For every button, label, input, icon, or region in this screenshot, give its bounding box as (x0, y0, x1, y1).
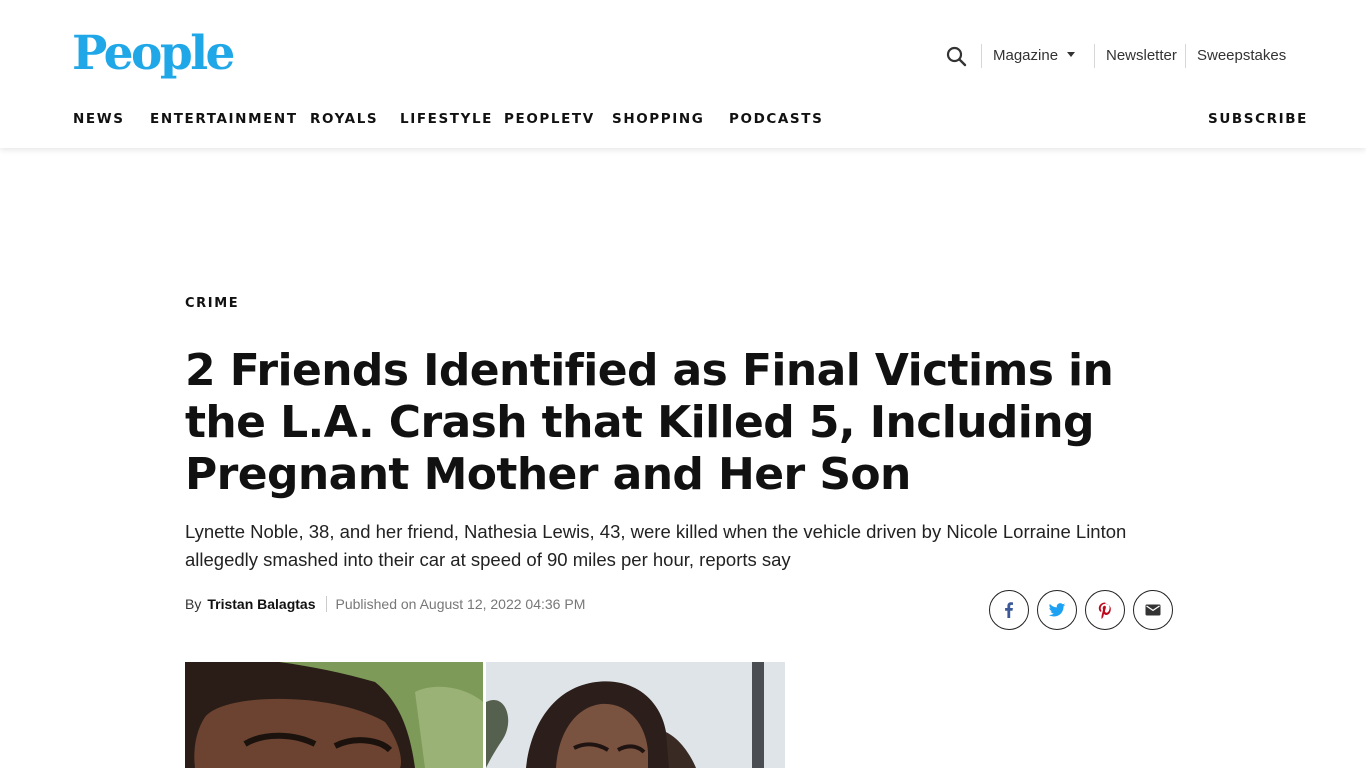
caret-down-icon (1067, 51, 1076, 57)
share-twitter-button[interactable] (1037, 590, 1077, 630)
search-icon[interactable] (944, 44, 970, 70)
byline: By Tristan Balagtas Published on August … (185, 594, 585, 614)
share-email-button[interactable] (1133, 590, 1173, 630)
article-category[interactable]: CRIME (185, 295, 239, 313)
newsletter-link[interactable]: Newsletter (1106, 45, 1177, 67)
share-pinterest-button[interactable] (1085, 590, 1125, 630)
utility-divider (1094, 44, 1095, 68)
nav-item-entertainment[interactable]: ENTERTAINMENT (150, 108, 298, 130)
nav-item-peopletv[interactable]: PEOPLETV (504, 108, 595, 130)
twitter-icon (1048, 601, 1066, 619)
nav-item-lifestyle[interactable]: LIFESTYLE (400, 108, 493, 130)
sweepstakes-link[interactable]: Sweepstakes (1197, 45, 1286, 67)
victim-photo-right[interactable] (486, 662, 785, 768)
share-facebook-button[interactable] (989, 590, 1029, 630)
subscribe-link[interactable]: SUBSCRIBE (1208, 108, 1308, 130)
victim-photo-left[interactable] (185, 662, 483, 768)
facebook-icon (1000, 601, 1018, 619)
nav-item-shopping[interactable]: SHOPPING (612, 108, 705, 130)
nav-item-podcasts[interactable]: PODCASTS (729, 108, 823, 130)
utility-divider (981, 44, 982, 68)
people-logo[interactable]: People (72, 24, 235, 84)
main-nav: NEWS ENTERTAINMENT ROYALS LIFESTYLE PEOP… (0, 108, 1366, 130)
email-icon (1144, 601, 1162, 619)
author-link[interactable]: Tristan Balagtas (207, 594, 315, 614)
magazine-label: Magazine (993, 47, 1059, 64)
nav-item-news[interactable]: NEWS (73, 108, 125, 130)
pinterest-icon (1096, 601, 1114, 619)
publish-date: Published on August 12, 2022 04:36 PM (335, 596, 586, 612)
magazine-dropdown[interactable]: Magazine (993, 45, 1076, 67)
utility-divider (1185, 44, 1186, 68)
byline-divider (325, 596, 327, 612)
article-dek: Lynette Noble, 38, and her friend, Nathe… (185, 521, 1127, 570)
site-header: People Magazine Newsletter Sweepstakes N… (0, 0, 1366, 148)
byline-prefix: By (185, 596, 202, 612)
article-headline: 2 Friends Identified as Final Victims in… (185, 345, 1114, 500)
nav-item-royals[interactable]: ROYALS (310, 108, 378, 130)
